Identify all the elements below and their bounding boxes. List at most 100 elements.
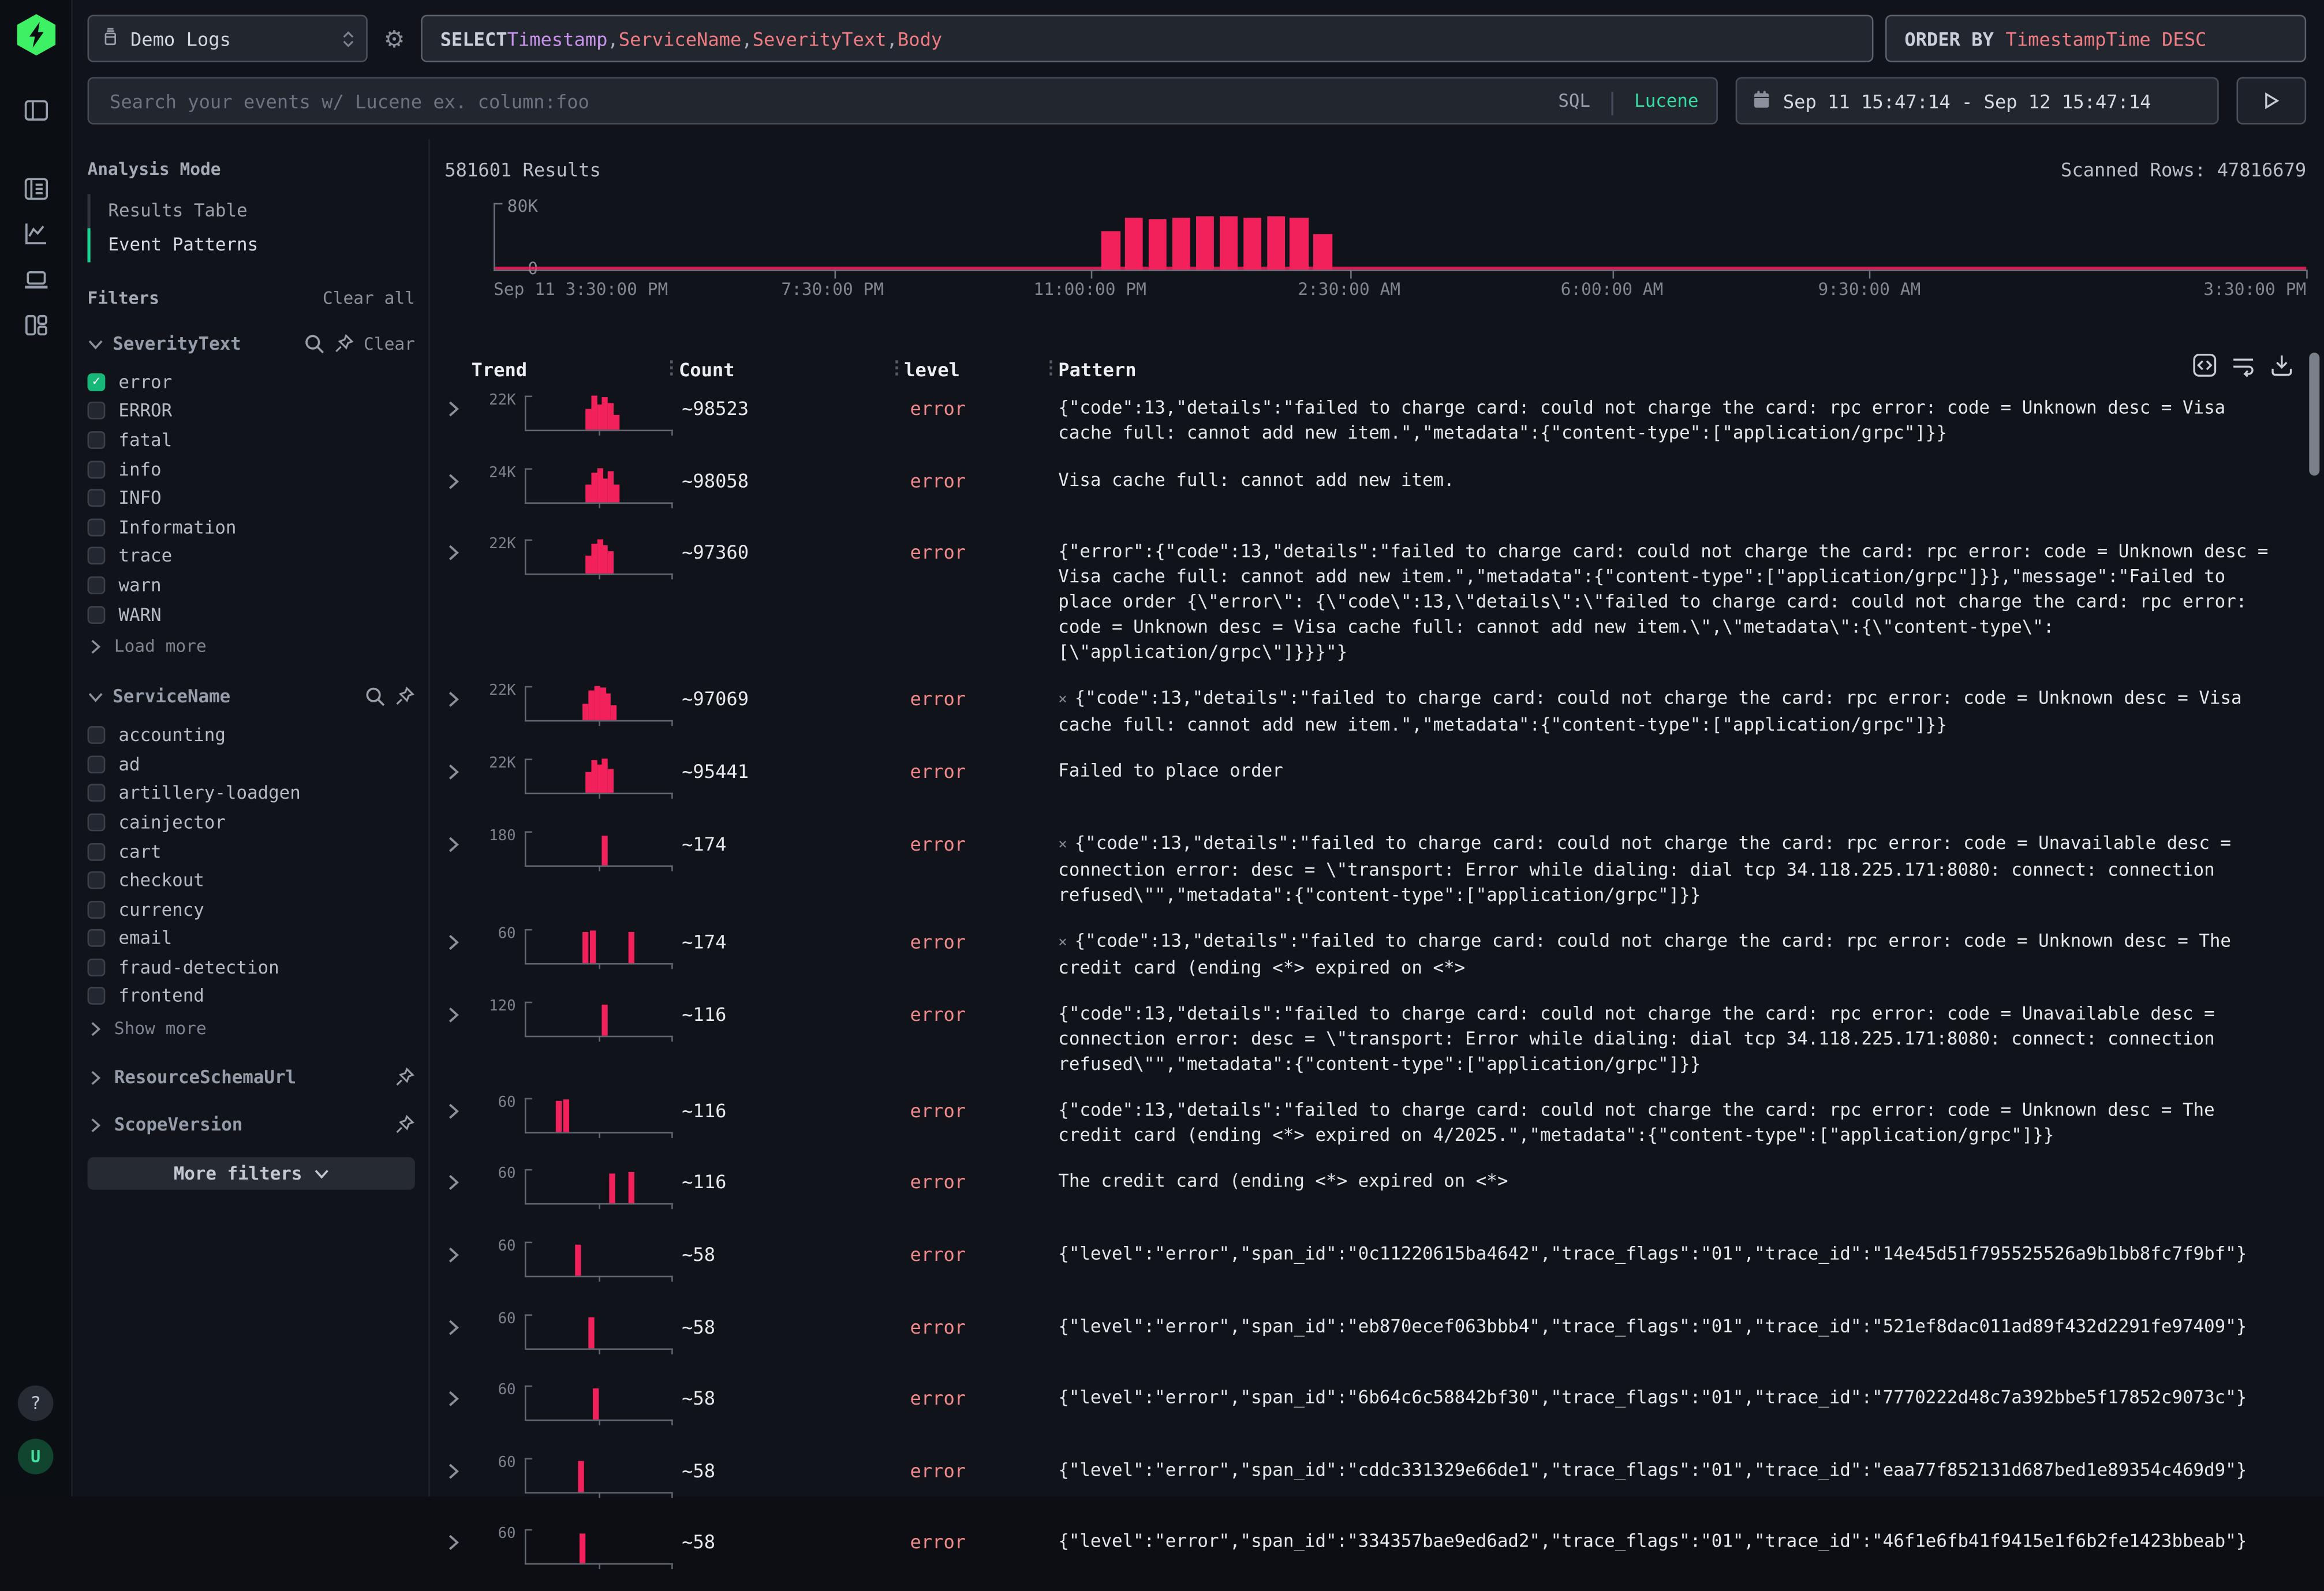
sessions-icon[interactable] [21,264,52,295]
col-header-count[interactable]: Count [679,358,904,380]
checkbox-icon[interactable] [87,576,105,594]
checkbox-icon[interactable] [87,987,105,1005]
filter-option-information[interactable]: Information [87,512,414,541]
filter-option-fraud-detection[interactable]: fraud-detection [87,953,414,982]
chart-explorer-icon[interactable] [21,218,52,249]
filter-option-error[interactable]: ERROR [87,396,414,425]
expand-row-icon[interactable] [444,1390,462,1408]
analysis-mode-results-table[interactable]: Results Table [87,194,414,228]
user-avatar[interactable]: U [18,1439,54,1474]
select-columns-editor[interactable]: SELECT Timestamp, ServiceName, SeverityT… [421,15,1873,62]
expand-row-icon[interactable] [444,1102,462,1120]
expand-row-icon[interactable] [444,763,462,781]
pattern-row-9[interactable]: 60~116error{"code":13,"details":"failed … [444,1087,2306,1159]
pin-icon[interactable] [394,1115,415,1136]
col-header-pattern[interactable]: Pattern [1058,358,2306,380]
filter-option-ad[interactable]: ad [87,750,414,778]
date-range-picker[interactable]: Sep 11 15:47:14 - Sep 12 15:47:14 [1736,77,2219,125]
search-logs-icon[interactable] [21,173,52,204]
checkbox-icon[interactable] [87,843,105,860]
dashboards-icon[interactable] [21,310,52,341]
expand-row-icon[interactable] [444,400,462,418]
mode-toggle-sql[interactable]: SQL [1558,91,1590,111]
chevron-down-icon[interactable] [87,689,103,705]
exclude-pattern-icon[interactable]: × [1058,935,1067,951]
expand-row-icon[interactable] [444,1006,462,1024]
pattern-row-10[interactable]: 60~116errorThe credit card (ending <*> e… [444,1159,2306,1231]
search-input[interactable] [107,88,1544,114]
pattern-row-11[interactable]: 60~58error{"level":"error","span_id":"0c… [444,1231,2306,1304]
search-icon[interactable] [304,334,325,354]
chevron-down-icon[interactable] [87,336,103,352]
checkbox-icon[interactable] [87,900,105,918]
checkbox-icon[interactable] [87,871,105,889]
filter-option-accounting[interactable]: accounting [87,721,414,750]
filter-group-resourceschemaurl[interactable]: ResourceSchemaUrl [87,1064,414,1091]
wrap-lines-icon[interactable] [2230,353,2256,378]
filter-group-name[interactable]: SeverityText [113,334,241,354]
col-header-level[interactable]: level [904,358,1058,380]
expand-row-icon[interactable] [444,1318,462,1336]
filter-option-cart[interactable]: cart [87,837,414,866]
expand-row-icon[interactable] [444,544,462,562]
checkbox-icon[interactable] [87,489,105,507]
expand-row-icon[interactable] [444,933,462,951]
expand-row-icon[interactable] [444,1462,462,1480]
checkbox-icon[interactable] [87,402,105,420]
view-source-icon[interactable] [2192,353,2217,378]
expand-row-icon[interactable] [444,472,462,490]
filter-option-email[interactable]: email [87,924,414,953]
load-more-link[interactable]: Load more [87,632,414,661]
analysis-mode-event-patterns[interactable]: Event Patterns [87,228,414,262]
source-settings-gear-icon[interactable]: ⚙ [379,24,409,53]
mode-toggle-lucene[interactable]: Lucene [1634,91,1698,111]
results-histogram[interactable]: 80K 0 Sep 11 3:30:00 PM7:30:00 PM11:00:0… [444,203,2306,300]
pattern-row-8[interactable]: 120~116error{"code":13,"details":"failed… [444,991,2306,1087]
pin-icon[interactable] [394,1067,415,1088]
pattern-row-13[interactable]: 60~58error{"level":"error","span_id":"6b… [444,1375,2306,1447]
checkbox-icon[interactable] [87,813,105,831]
exclude-pattern-icon[interactable]: × [1058,692,1067,709]
download-icon[interactable] [2269,353,2295,378]
checkbox-icon[interactable] [87,784,105,802]
checkbox-icon[interactable] [87,755,105,773]
clear-filter-link[interactable]: Clear [364,334,415,354]
help-button[interactable]: ? [18,1386,54,1421]
show-more-link[interactable]: Show more [87,1014,414,1043]
pattern-row-1[interactable]: 22K~98523error{"code":13,"details":"fail… [444,385,2306,458]
checkbox-icon[interactable] [87,959,105,976]
expand-row-icon[interactable] [444,1246,462,1264]
checkbox-icon[interactable] [87,460,105,478]
source-selector[interactable]: Demo Logs [87,15,367,62]
col-header-trend[interactable]: Trend [471,358,678,380]
pin-icon[interactable] [394,687,415,707]
filter-option-warn[interactable]: warn [87,571,414,600]
expand-row-icon[interactable] [444,1534,462,1552]
toggle-sidebar-icon[interactable] [21,95,52,126]
filter-group-scopeversion[interactable]: ScopeVersion [87,1111,414,1138]
pattern-row-5[interactable]: 22K~95441errorFailed to place order [444,748,2306,821]
pattern-row-4[interactable]: 22K~97069error×{"code":13,"details":"fai… [444,676,2306,748]
pattern-row-12[interactable]: 60~58error{"level":"error","span_id":"eb… [444,1303,2306,1375]
checkbox-icon[interactable] [87,605,105,623]
clear-all-filters-link[interactable]: Clear all [323,287,415,308]
order-by-editor[interactable]: ORDER BY TimestampTime DESC [1885,15,2306,62]
filter-option-cainjector[interactable]: cainjector [87,808,414,837]
search-icon[interactable] [365,687,386,707]
vertical-scrollbar[interactable] [2309,353,2319,476]
filter-option-warn[interactable]: WARN [87,600,414,628]
checkbox-icon[interactable] [87,431,105,449]
pattern-row-2[interactable]: 24K~98058errorVisa cache full: cannot ad… [444,457,2306,529]
filter-option-currency[interactable]: currency [87,895,414,924]
checkbox-icon[interactable] [87,930,105,948]
run-search-button[interactable] [2237,77,2307,125]
pin-icon[interactable] [334,334,355,354]
checkbox-icon[interactable] [87,547,105,565]
pattern-row-6[interactable]: 180~174error×{"code":13,"details":"faile… [444,821,2306,918]
checkbox-checked-icon[interactable]: ✓ [87,373,105,391]
more-filters-button[interactable]: More filters [87,1158,414,1190]
filter-option-info[interactable]: info [87,455,414,484]
filter-option-info[interactable]: INFO [87,484,414,512]
pattern-row-7[interactable]: 60~174error×{"code":13,"details":"failed… [444,918,2306,991]
pattern-row-14[interactable]: 60~58error{"level":"error","span_id":"cd… [444,1447,2306,1519]
